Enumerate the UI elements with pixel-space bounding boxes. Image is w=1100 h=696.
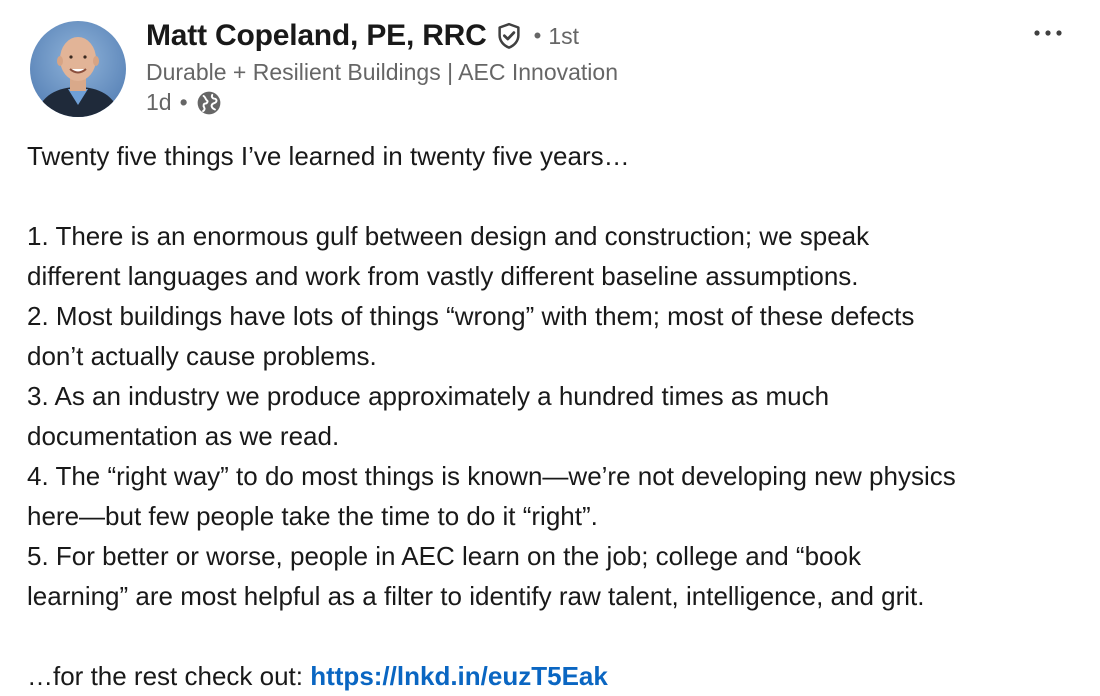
post-intro: Twenty five things I’ve learned in twent… bbox=[27, 141, 630, 171]
post-line: documentation as we read. bbox=[27, 421, 340, 451]
author-avatar[interactable] bbox=[30, 21, 126, 117]
post-line: 3. As an industry we produce approximate… bbox=[27, 381, 830, 411]
author-headline: Durable + Resilient Buildings | AEC Inno… bbox=[146, 59, 618, 85]
post-body: Twenty five things I’ve learned in twent… bbox=[27, 136, 1087, 696]
post-line: here—but few people take the time to do … bbox=[27, 501, 598, 531]
more-horizontal-icon bbox=[1034, 30, 1062, 36]
connection-degree: 1st bbox=[548, 22, 580, 49]
post-line: 5. For better or worse, people in AEC le… bbox=[27, 541, 861, 571]
globe-icon bbox=[196, 90, 222, 116]
post-line: learning” are most helpful as a filter t… bbox=[27, 581, 925, 611]
degree-separator: • bbox=[533, 23, 542, 48]
author-name[interactable]: Matt Copeland, PE, RRC bbox=[146, 19, 487, 53]
author-name-row: Matt Copeland, PE, RRC • 1st bbox=[146, 19, 579, 53]
more-options-button[interactable] bbox=[1028, 16, 1068, 50]
time-separator: • bbox=[179, 89, 188, 115]
post-line: 1. There is an enormous gulf between des… bbox=[27, 221, 870, 251]
outro-text: …for the rest check out: bbox=[27, 661, 311, 691]
feed-post: Matt Copeland, PE, RRC • 1st Durable + R… bbox=[0, 0, 1100, 692]
post-link[interactable]: https://lnkd.in/euzT5Eak bbox=[310, 661, 608, 691]
post-line: 4. The “right way” to do most things is … bbox=[27, 461, 956, 491]
post-time: 1d bbox=[146, 89, 172, 115]
shield-check-icon[interactable] bbox=[494, 21, 524, 51]
post-meta: 1d • bbox=[146, 89, 222, 116]
post-line: different languages and work from vastly… bbox=[27, 261, 859, 291]
post-line: 2. Most buildings have lots of things “w… bbox=[27, 301, 915, 331]
post-line: don’t actually cause problems. bbox=[27, 341, 377, 371]
post-outro: …for the rest check out: https://lnkd.in… bbox=[27, 656, 1087, 696]
